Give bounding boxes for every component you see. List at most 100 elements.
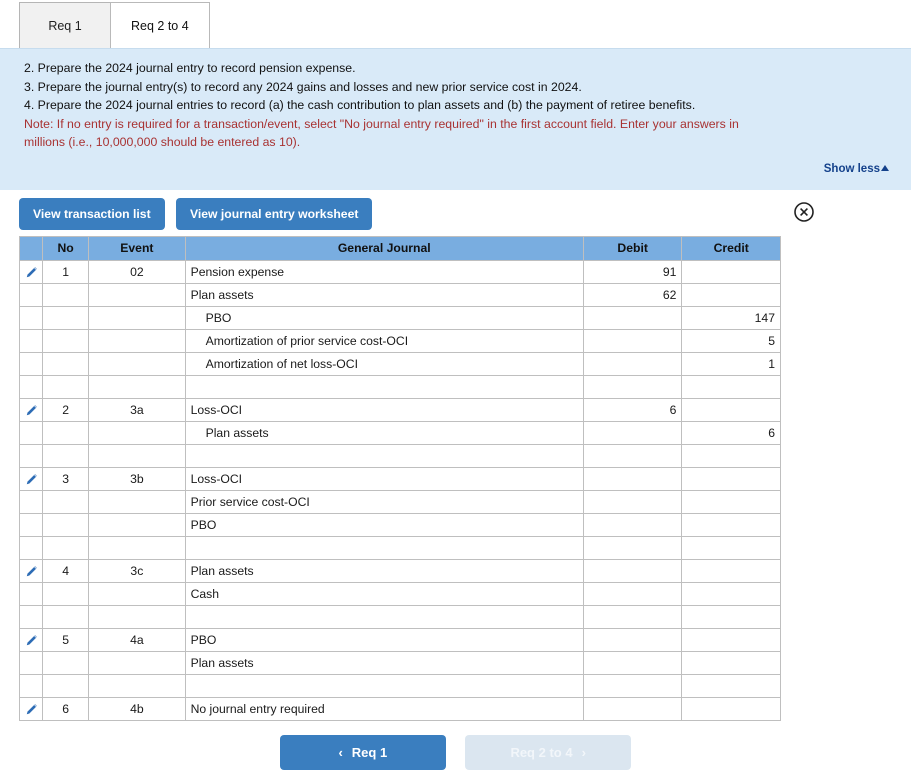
row-no-cell[interactable]: 1: [42, 259, 90, 284]
row-account-cell[interactable]: Loss-OCI: [184, 466, 584, 491]
row-event-cell[interactable]: [88, 305, 186, 330]
row-debit-cell[interactable]: [582, 581, 683, 606]
row-credit-cell[interactable]: [681, 489, 781, 514]
edit-pencil-icon[interactable]: [25, 473, 38, 486]
row-no-cell[interactable]: [42, 420, 90, 445]
row-credit-cell[interactable]: [681, 696, 781, 721]
row-edit-cell[interactable]: [18, 696, 44, 721]
row-event-cell[interactable]: 3b: [88, 466, 186, 491]
row-account-cell[interactable]: Amortization of net loss-OCI: [184, 351, 584, 376]
nav-next-req-2-to-4-button[interactable]: Req 2 to 4 ›: [465, 734, 632, 770]
row-debit-cell[interactable]: [582, 305, 683, 330]
row-event-cell[interactable]: [88, 420, 186, 445]
row-account-cell[interactable]: Pension expense: [184, 259, 584, 284]
row-no-cell[interactable]: 4: [42, 558, 90, 583]
row-no-cell[interactable]: 5: [42, 627, 90, 652]
row-account-cell[interactable]: Loss-OCI: [184, 397, 584, 422]
row-account-cell[interactable]: PBO: [184, 512, 584, 537]
row-event-cell[interactable]: [88, 512, 186, 537]
row-no-cell[interactable]: [42, 581, 90, 606]
row-edit-cell[interactable]: [18, 466, 44, 491]
row-event-cell[interactable]: [88, 282, 186, 307]
row-debit-cell[interactable]: 62: [582, 282, 683, 307]
row-credit-cell[interactable]: [681, 259, 781, 284]
edit-pencil-icon[interactable]: [25, 703, 38, 716]
edit-pencil-icon[interactable]: [25, 634, 38, 647]
row-credit-cell[interactable]: 147: [681, 305, 781, 330]
row-edit-cell[interactable]: [18, 558, 44, 583]
row-debit-cell[interactable]: [582, 351, 683, 376]
row-credit-cell[interactable]: [681, 558, 781, 583]
row-credit-cell[interactable]: 6: [681, 420, 781, 445]
journal-entry-row: Plan assets 62: [18, 282, 781, 307]
row-debit-cell[interactable]: [582, 627, 683, 652]
row-debit-cell[interactable]: [582, 558, 683, 583]
row-credit-cell[interactable]: 5: [681, 328, 781, 353]
row-credit-cell[interactable]: [681, 627, 781, 652]
row-event-cell[interactable]: 4b: [88, 696, 186, 721]
row-event-cell[interactable]: [88, 351, 186, 376]
row-debit-cell[interactable]: [582, 466, 683, 491]
row-event-cell[interactable]: 02: [88, 259, 186, 284]
edit-pencil-icon[interactable]: [25, 404, 38, 417]
row-credit-cell[interactable]: [681, 650, 781, 675]
row-account-cell[interactable]: Plan assets: [184, 282, 584, 307]
edit-pencil-icon[interactable]: [25, 266, 38, 279]
row-no-cell[interactable]: 2: [42, 397, 90, 422]
row-debit-cell[interactable]: [582, 696, 683, 721]
row-no-cell[interactable]: [42, 512, 90, 537]
row-edit-cell: [18, 328, 44, 353]
row-event-cell[interactable]: 3c: [88, 558, 186, 583]
row-credit-cell[interactable]: 1: [681, 351, 781, 376]
close-circle-icon[interactable]: [793, 201, 815, 223]
row-account-cell[interactable]: Amortization of prior service cost-OCI: [184, 328, 584, 353]
row-debit-cell[interactable]: [582, 489, 683, 514]
row-credit-cell[interactable]: [681, 466, 781, 491]
tab-req-1[interactable]: Req 1: [19, 2, 111, 48]
row-account-cell[interactable]: Plan assets: [184, 650, 584, 675]
journal-entry-row: 2 3a Loss-OCI 6: [18, 397, 781, 422]
row-no-cell[interactable]: [42, 305, 90, 330]
tab-req-2-to-4[interactable]: Req 2 to 4: [110, 2, 210, 48]
row-debit-cell[interactable]: [582, 420, 683, 445]
row-credit-cell[interactable]: [681, 512, 781, 537]
row-credit-cell[interactable]: [681, 282, 781, 307]
row-debit-cell[interactable]: [582, 512, 683, 537]
row-no-cell[interactable]: [42, 282, 90, 307]
row-event-cell[interactable]: [88, 581, 186, 606]
show-less-toggle[interactable]: Show less: [824, 163, 889, 175]
row-account-cell[interactable]: No journal entry required: [184, 696, 584, 721]
instruction-note-line-1: Note: If no entry is required for a tran…: [24, 116, 739, 131]
row-account-cell[interactable]: Plan assets: [184, 420, 584, 445]
row-event-cell[interactable]: [88, 489, 186, 514]
view-transaction-list-button[interactable]: View transaction list: [19, 197, 165, 230]
row-debit-cell[interactable]: [582, 328, 683, 353]
nav-prev-req-1-button[interactable]: ‹ Req 1: [279, 734, 446, 770]
row-no-cell[interactable]: 3: [42, 466, 90, 491]
row-event-cell[interactable]: 4a: [88, 627, 186, 652]
row-debit-cell[interactable]: 6: [582, 397, 683, 422]
row-no-cell[interactable]: [42, 489, 90, 514]
row-edit-cell[interactable]: [18, 259, 44, 284]
row-no-cell[interactable]: 6: [42, 696, 90, 721]
row-no-cell[interactable]: [42, 650, 90, 675]
view-journal-entry-worksheet-button[interactable]: View journal entry worksheet: [175, 197, 373, 230]
row-account-cell[interactable]: Plan assets: [184, 558, 584, 583]
row-account-cell[interactable]: PBO: [184, 305, 584, 330]
row-account-cell[interactable]: Prior service cost-OCI: [184, 489, 584, 514]
row-no-cell[interactable]: [42, 328, 90, 353]
row-credit-cell[interactable]: [681, 397, 781, 422]
row-debit-cell[interactable]: 91: [582, 259, 683, 284]
row-credit-cell[interactable]: [681, 581, 781, 606]
row-edit-cell[interactable]: [18, 627, 44, 652]
row-edit-cell[interactable]: [18, 397, 44, 422]
row-event-cell[interactable]: 3a: [88, 397, 186, 422]
row-event-cell[interactable]: [88, 328, 186, 353]
row-no-cell[interactable]: [42, 351, 90, 376]
row-account-cell[interactable]: PBO: [184, 627, 584, 652]
row-debit-cell[interactable]: [582, 650, 683, 675]
row-account-cell[interactable]: Cash: [184, 581, 584, 606]
row-event-cell[interactable]: [88, 650, 186, 675]
row-edit-cell: [18, 673, 43, 698]
edit-pencil-icon[interactable]: [25, 565, 38, 578]
